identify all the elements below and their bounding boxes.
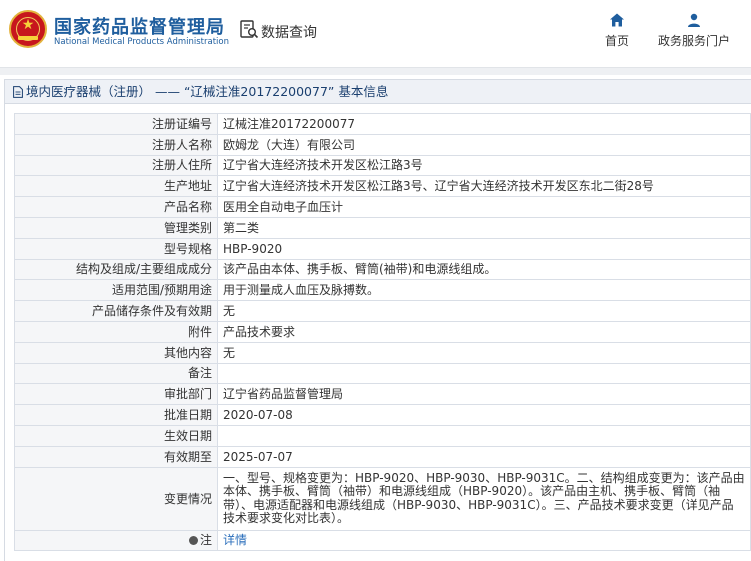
row-label: 结构及组成/主要组成成分 <box>14 258 218 281</box>
panel-title: 境内医疗器械（注册） —— “辽械注准20172200077” 基本信息 <box>5 80 751 104</box>
row-value: 辽宁省大连经济技术开发区松江路3号 <box>217 154 751 177</box>
table-row: 注 详情 <box>14 529 751 552</box>
row-value: 2020-07-08 <box>217 404 751 426</box>
table-row: 有效期至 2025-07-07 <box>14 445 751 468</box>
row-value: 用于测量成人血压及脉搏数。 <box>217 279 751 302</box>
row-value: HBP-9020 <box>217 237 751 260</box>
row-label: 产品储存条件及有效期 <box>14 300 218 322</box>
row-value: 无 <box>217 341 751 364</box>
row-label: 注册人名称 <box>14 133 218 156</box>
user-icon <box>688 13 700 27</box>
note-icon <box>188 536 198 546</box>
table-row: 注册证编号 辽械注准20172200077 <box>14 113 751 135</box>
row-label: 批准日期 <box>14 404 218 426</box>
site-name-en: National Medical Products Administration <box>54 37 229 47</box>
table-row: 其他内容无 <box>14 341 751 364</box>
table-row: 附件 产品技术要求 <box>14 320 751 343</box>
row-value <box>217 424 751 447</box>
row-label: 注册人住所 <box>14 154 218 177</box>
nav-home[interactable]: 首页 <box>600 12 634 49</box>
row-label: 型号规格 <box>14 237 218 260</box>
detail-panel: 境内医疗器械（注册） —— “辽械注准20172200077” 基本信息 注册证… <box>4 79 751 561</box>
row-value: 2025-07-07 <box>217 445 751 468</box>
detail-table: 注册证编号 辽械注准20172200077 注册人名称 欧姆龙（大连）有限公司 注册… <box>14 113 751 552</box>
document-icon <box>13 86 23 98</box>
row-value: 无 <box>217 300 751 322</box>
row-label: 管理类别 <box>14 216 218 239</box>
row-value: 医用全自动电子血压计 <box>217 196 751 218</box>
panel-title-text: 境内医疗器械（注册） —— “辽械注准20172200077” 基本信息 <box>26 84 389 99</box>
row-label: 产品名称 <box>14 196 218 218</box>
row-value <box>217 362 751 385</box>
row-value: 辽宁省药品监督管理局 <box>217 383 751 406</box>
table-row: 适用范围/预期用途 用于测量成人血压及脉搏数。 <box>14 279 751 302</box>
row-value: 该产品由本体、携手板、臂筒(袖带)和电源线组成。 <box>217 258 751 281</box>
row-label: 变更情况 <box>14 466 218 531</box>
data-query-label: 数据查询 <box>261 25 317 41</box>
header-divider <box>0 67 751 75</box>
table-row: 变更情况 一、型号、规格变更为：HBP-9020、HBP-9030、HBP-903… <box>14 466 751 531</box>
row-label: 有效期至 <box>14 445 218 468</box>
table-row: 审批部门 辽宁省药品监督管理局 <box>14 383 751 406</box>
nav-home-label: 首页 <box>604 34 629 48</box>
row-label: 附件 <box>14 320 218 343</box>
table-row: 生产地址 辽宁省大连经济技术开发区松江路3号、辽宁省大连经济技术开发区东北二街28… <box>14 175 751 198</box>
table-row: 产品储存条件及有效期无 <box>14 300 751 322</box>
site-name[interactable]: 国家药品监督管理局 <box>54 13 225 39</box>
row-value: 产品技术要求 <box>217 320 751 343</box>
row-value: 欧姆龙（大连）有限公司 <box>217 133 751 156</box>
site-header: ★ 国家药品监督管理局 National Medical Products Ad… <box>0 0 751 62</box>
note-label-cell: 注 <box>14 529 218 552</box>
table-row: 型号规格 HBP-9020 <box>14 237 751 260</box>
row-label: 注 <box>199 533 212 548</box>
nav-service-label: 政务服务门户 <box>657 34 730 48</box>
home-icon <box>610 13 624 27</box>
table-row: 备注 <box>14 362 751 385</box>
details-link[interactable]: 详情 <box>223 533 247 547</box>
row-label: 其他内容 <box>14 341 218 364</box>
change-history-cell: 一、型号、规格变更为：HBP-9020、HBP-9030、HBP-9031C。二… <box>217 466 751 531</box>
row-label: 生效日期 <box>14 424 218 447</box>
row-label: 备注 <box>14 362 218 385</box>
row-value: 第二类 <box>217 216 751 239</box>
row-label: 注册证编号 <box>14 113 218 135</box>
national-emblem-logo[interactable]: ★ <box>9 10 47 48</box>
row-label: 生产地址 <box>14 175 218 198</box>
nav-service-portal[interactable]: 政务服务门户 <box>655 12 733 49</box>
table-row: 生效日期 <box>14 424 751 447</box>
row-label: 审批部门 <box>14 383 218 406</box>
search-doc-icon <box>240 20 259 39</box>
table-row: 注册人名称 欧姆龙（大连）有限公司 <box>14 133 751 156</box>
table-row: 管理类别 第二类 <box>14 216 751 239</box>
row-value: 辽械注准20172200077 <box>217 113 751 135</box>
row-label: 适用范围/预期用途 <box>14 279 218 302</box>
table-row: 批准日期 2020-07-08 <box>14 404 751 426</box>
row-value: 辽宁省大连经济技术开发区松江路3号、辽宁省大连经济技术开发区东北二街28号 <box>217 175 751 198</box>
table-row: 结构及组成/主要组成成分 该产品由本体、携手板、臂筒(袖带)和电源线组成。 <box>14 258 751 281</box>
table-row: 注册人住所 辽宁省大连经济技术开发区松江路3号 <box>14 154 751 177</box>
note-value-cell: 详情 <box>217 529 751 552</box>
table-row: 产品名称 医用全自动电子血压计 <box>14 196 751 218</box>
row-value: 一、型号、规格变更为：HBP-9020、HBP-9030、HBP-9031C。二… <box>223 470 745 526</box>
